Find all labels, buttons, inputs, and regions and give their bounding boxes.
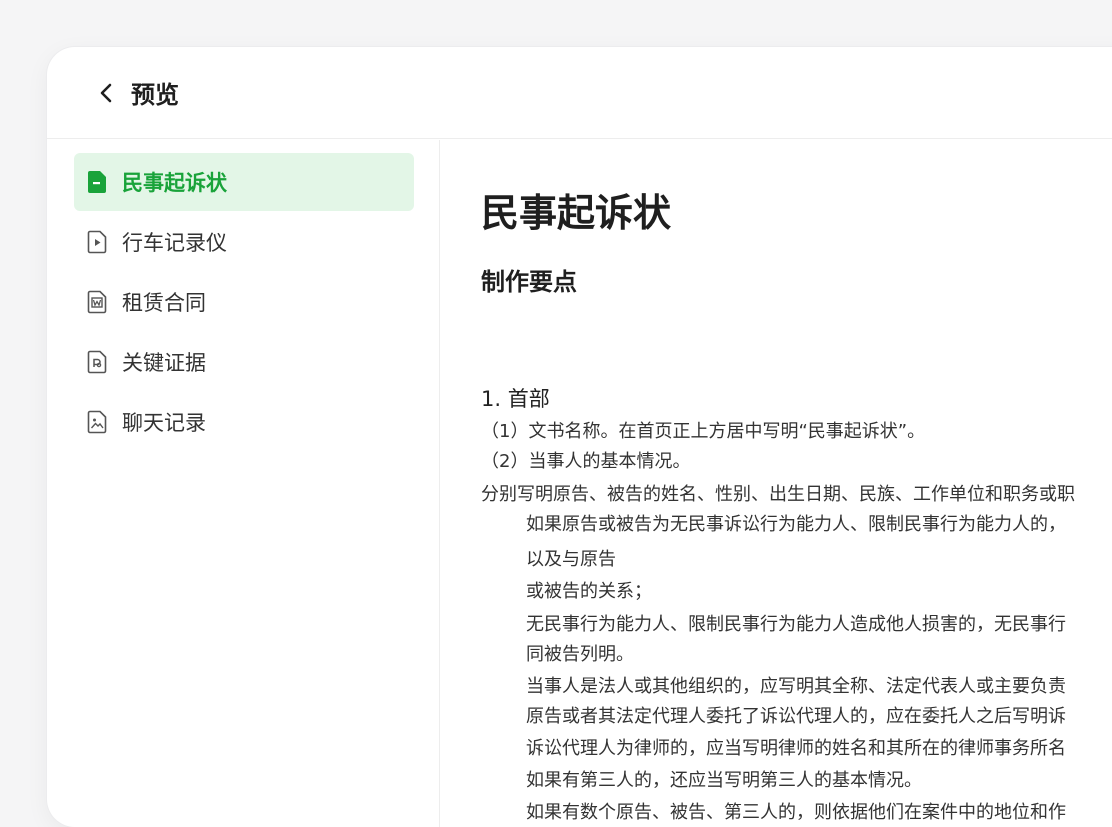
- doc-line: 如果有第三人的，还应当写明第三人的基本情况。: [526, 770, 922, 791]
- document-title: 民事起诉状: [481, 191, 672, 235]
- doc-line: 原告或者其法定代理人委托了诉讼代理人的，应在委托人之后写明诉: [526, 706, 1066, 727]
- doc-line: （1）文书名称。在首页正上方居中写明“民事起诉状”。: [481, 421, 926, 442]
- doc-line: 以及与原告: [526, 549, 616, 570]
- doc-line: 无民事行为能力人、限制民事行为能力人造成他人损害的，无民事行: [526, 614, 1066, 635]
- doc-line: 分别写明原告、被告的姓名、性别、出生日期、民族、工作单位和职务或职: [481, 484, 1075, 505]
- word-file-icon: [84, 289, 110, 315]
- pdf-file-icon: [84, 349, 110, 375]
- page-title: 预览: [131, 81, 179, 109]
- doc-heading-line: 1. 首部: [481, 387, 550, 411]
- doc-line: 如果原告或被告为无民事诉讼行为能力人、限制民事行为能力人的，: [526, 514, 1066, 535]
- chevron-left-icon: [100, 83, 112, 102]
- document-icon: [84, 169, 110, 195]
- file-list-sidebar: 民事起诉状 行车记录仪 租赁合同 关键证据 聊天记录: [47, 140, 440, 827]
- doc-line: （2）当事人的基本情况。: [481, 451, 691, 472]
- back-button[interactable]: [97, 82, 115, 104]
- preview-panel: 预览 民事起诉状 行车记录仪 租赁合同 关键证据 聊天记录 民事起诉状 制作要点…: [47, 47, 1112, 827]
- sidebar-item-chat[interactable]: 聊天记录: [74, 393, 414, 451]
- doc-line: 如果有数个原告、被告、第三人的，则依据他们在案件中的地位和作: [526, 802, 1066, 823]
- section-title: 制作要点: [481, 268, 577, 296]
- doc-line: 当事人是法人或其他组织的，应写明其全称、法定代表人或主要负责: [526, 676, 1066, 697]
- sidebar-item-dashcam[interactable]: 行车记录仪: [74, 213, 414, 271]
- sidebar-item-lease[interactable]: 租赁合同: [74, 273, 414, 331]
- sidebar-item-evidence[interactable]: 关键证据: [74, 333, 414, 391]
- doc-line: 诉讼代理人为律师的，应当写明律师的姓名和其所在的律师事务所名: [526, 738, 1066, 759]
- video-file-icon: [84, 229, 110, 255]
- sidebar-item-complaint[interactable]: 民事起诉状: [74, 153, 414, 211]
- doc-line: 或被告的关系；: [526, 581, 652, 602]
- image-file-icon: [84, 409, 110, 435]
- doc-line: 同被告列明。: [526, 644, 634, 665]
- document-preview: 民事起诉状 制作要点 1. 首部 （1）文书名称。在首页正上方居中写明“民事起诉…: [481, 140, 1112, 827]
- header: 预览: [47, 47, 1112, 139]
